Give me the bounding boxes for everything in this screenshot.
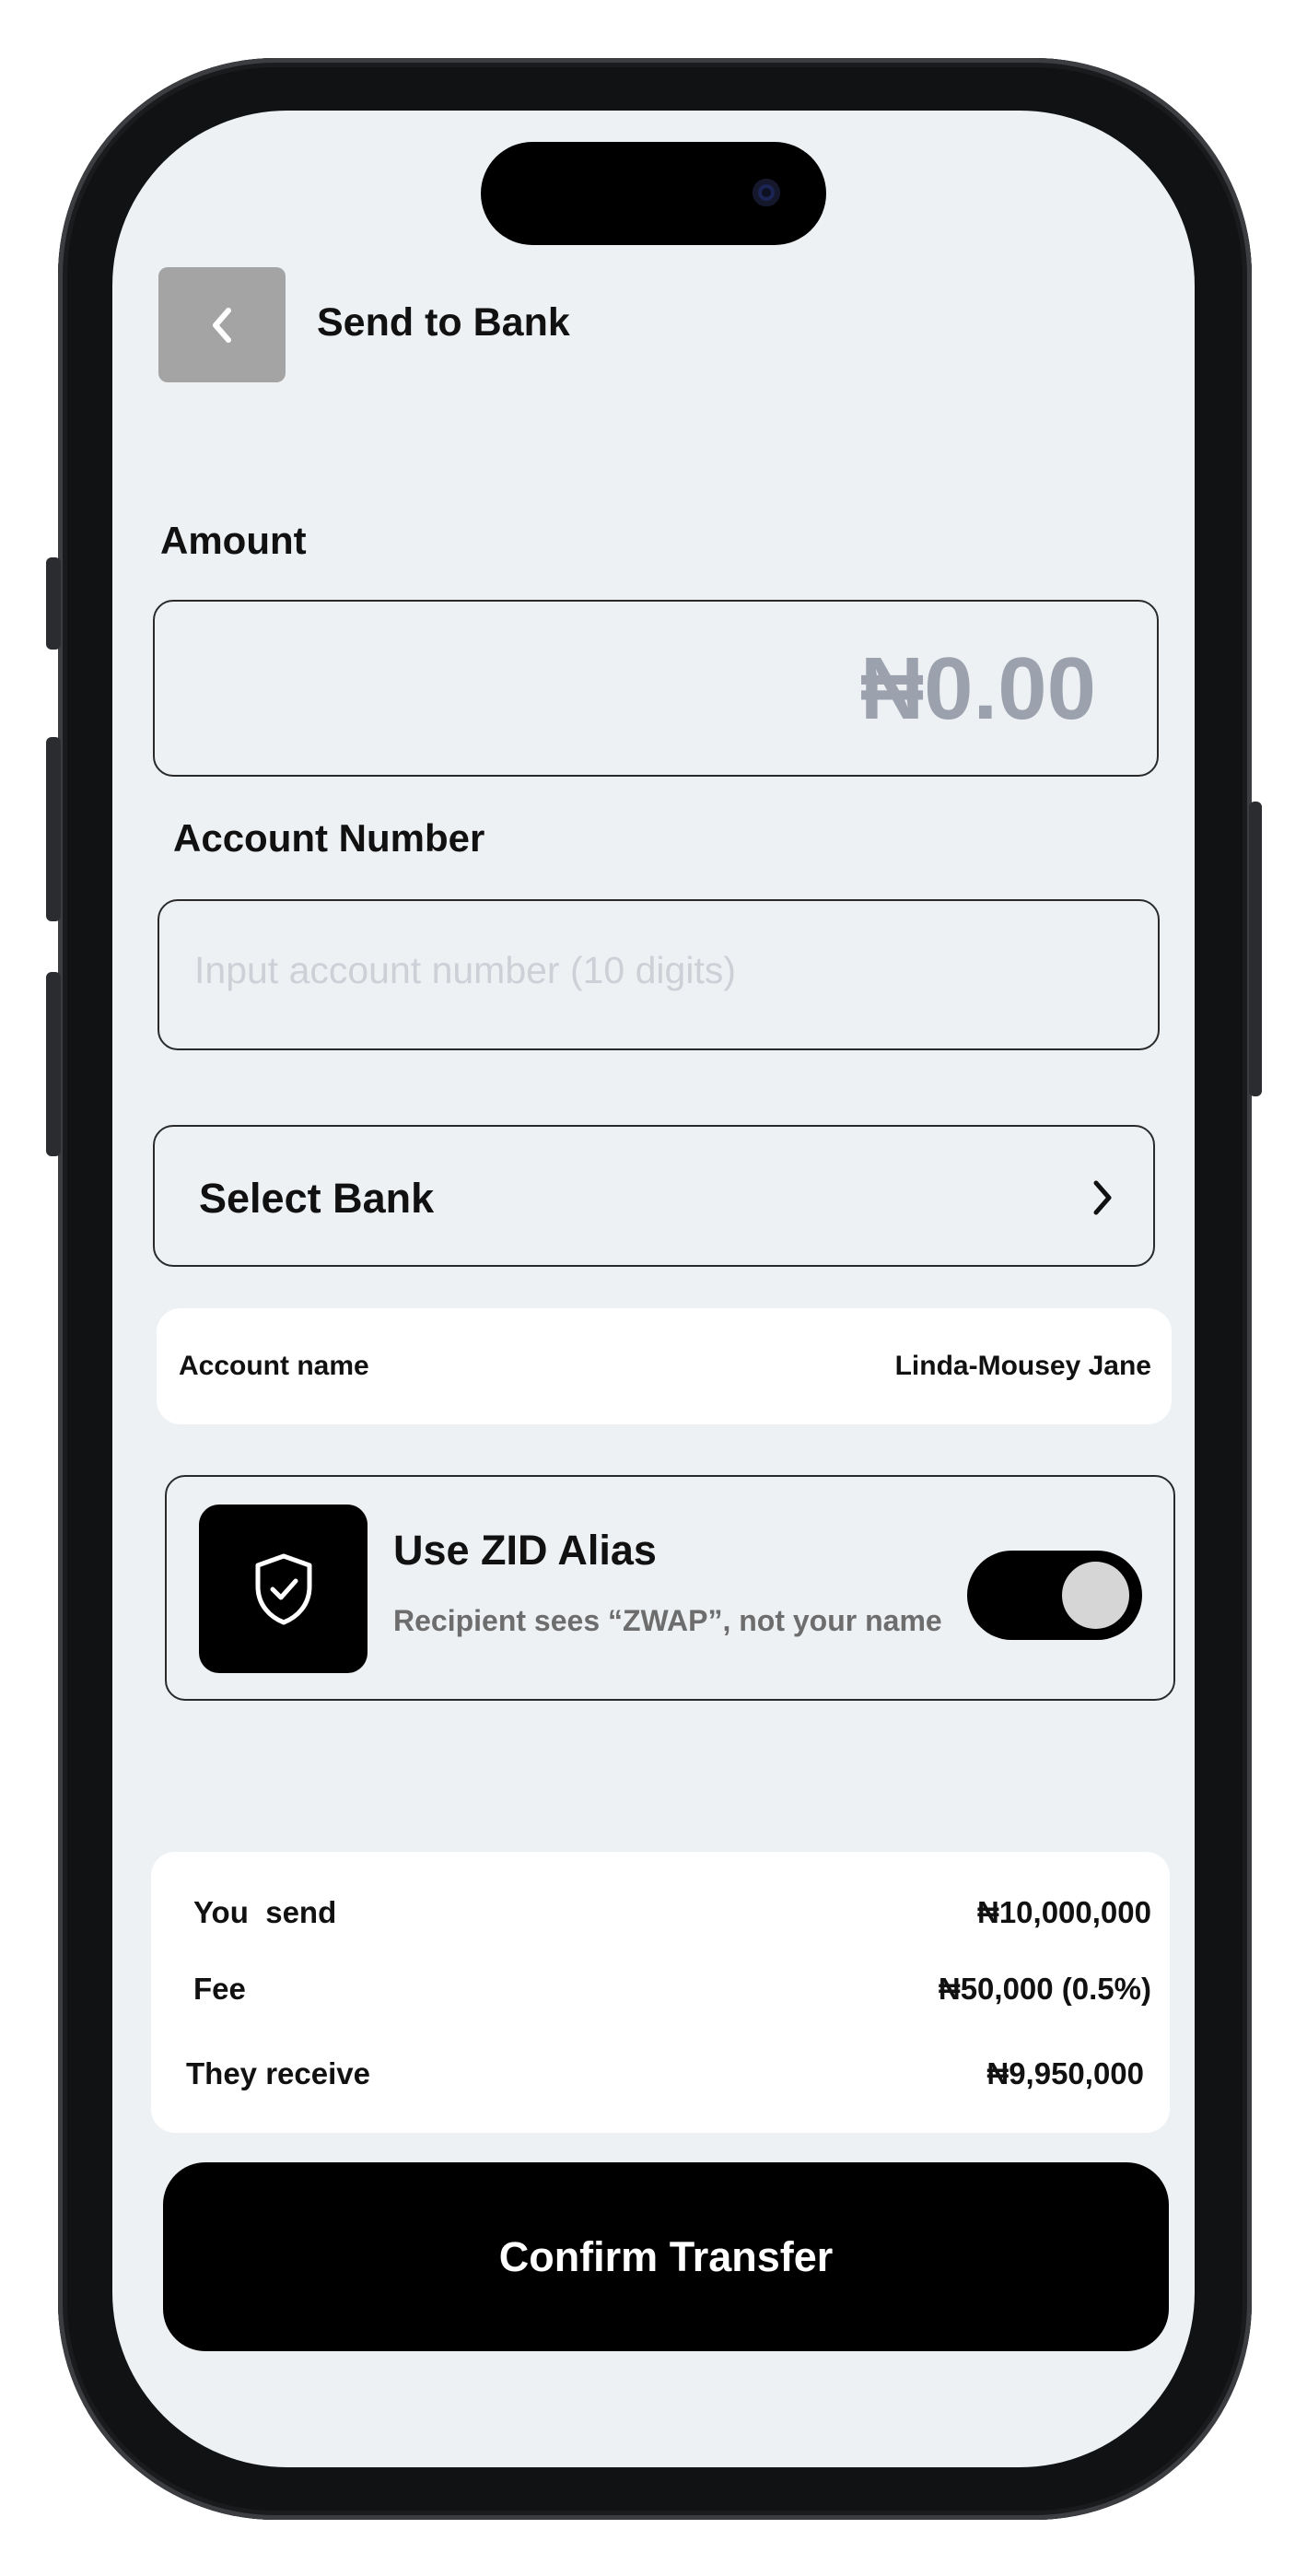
account-number-label: Account Number [173, 816, 485, 860]
page-title: Send to Bank [317, 300, 570, 345]
zid-alias-card: Use ZID Alias Recipient sees “ZWAP”, not… [165, 1475, 1175, 1701]
alias-toggle[interactable] [967, 1551, 1142, 1640]
dynamic-island [481, 142, 826, 245]
summary-value-send: ₦10,000,000 [977, 1895, 1151, 1929]
account-name-label: Account name [179, 1351, 369, 1381]
account-number-input[interactable] [194, 949, 1097, 992]
shield-check-icon [255, 1553, 311, 1624]
app-screen: Send to Bank Amount Account Number Selec… [112, 111, 1195, 2467]
volume-down-side-button [46, 972, 61, 1156]
summary-label-send: You send [193, 1895, 337, 1929]
power-side-button [1249, 802, 1262, 1096]
toggle-knob [1062, 1562, 1129, 1629]
account-name-value: Linda-Mousey Jane [894, 1351, 1151, 1381]
summary-value-receive: ₦9,950,000 [986, 2056, 1144, 2090]
chevron-left-icon [213, 307, 231, 343]
chevron-right-icon [1093, 1180, 1112, 1215]
confirm-transfer-button[interactable]: Confirm Transfer [163, 2162, 1169, 2351]
volume-up-side-button [46, 737, 61, 921]
transfer-summary: You send ₦10,000,000 Fee ₦50,000 (0.5%) … [151, 1852, 1170, 2133]
action-side-button [46, 557, 61, 650]
amount-input[interactable] [451, 638, 1096, 740]
back-button[interactable] [158, 267, 286, 382]
alias-title: Use ZID Alias [393, 1527, 657, 1574]
summary-label-fee: Fee [193, 1972, 246, 2006]
summary-value-fee: ₦50,000 (0.5%) [938, 1972, 1151, 2006]
account-number-field [158, 899, 1160, 1050]
alias-icon-tile [199, 1505, 368, 1673]
amount-field [153, 600, 1159, 777]
alias-subtitle: Recipient sees “ZWAP”, not your name [393, 1604, 942, 1637]
select-bank-label: Select Bank [199, 1175, 435, 1222]
front-camera-icon [753, 179, 780, 206]
select-bank-button[interactable]: Select Bank [153, 1125, 1155, 1267]
amount-label: Amount [160, 519, 307, 562]
summary-label-receive: They receive [186, 2056, 370, 2090]
account-name-card: Account name Linda-Mousey Jane [157, 1308, 1172, 1424]
